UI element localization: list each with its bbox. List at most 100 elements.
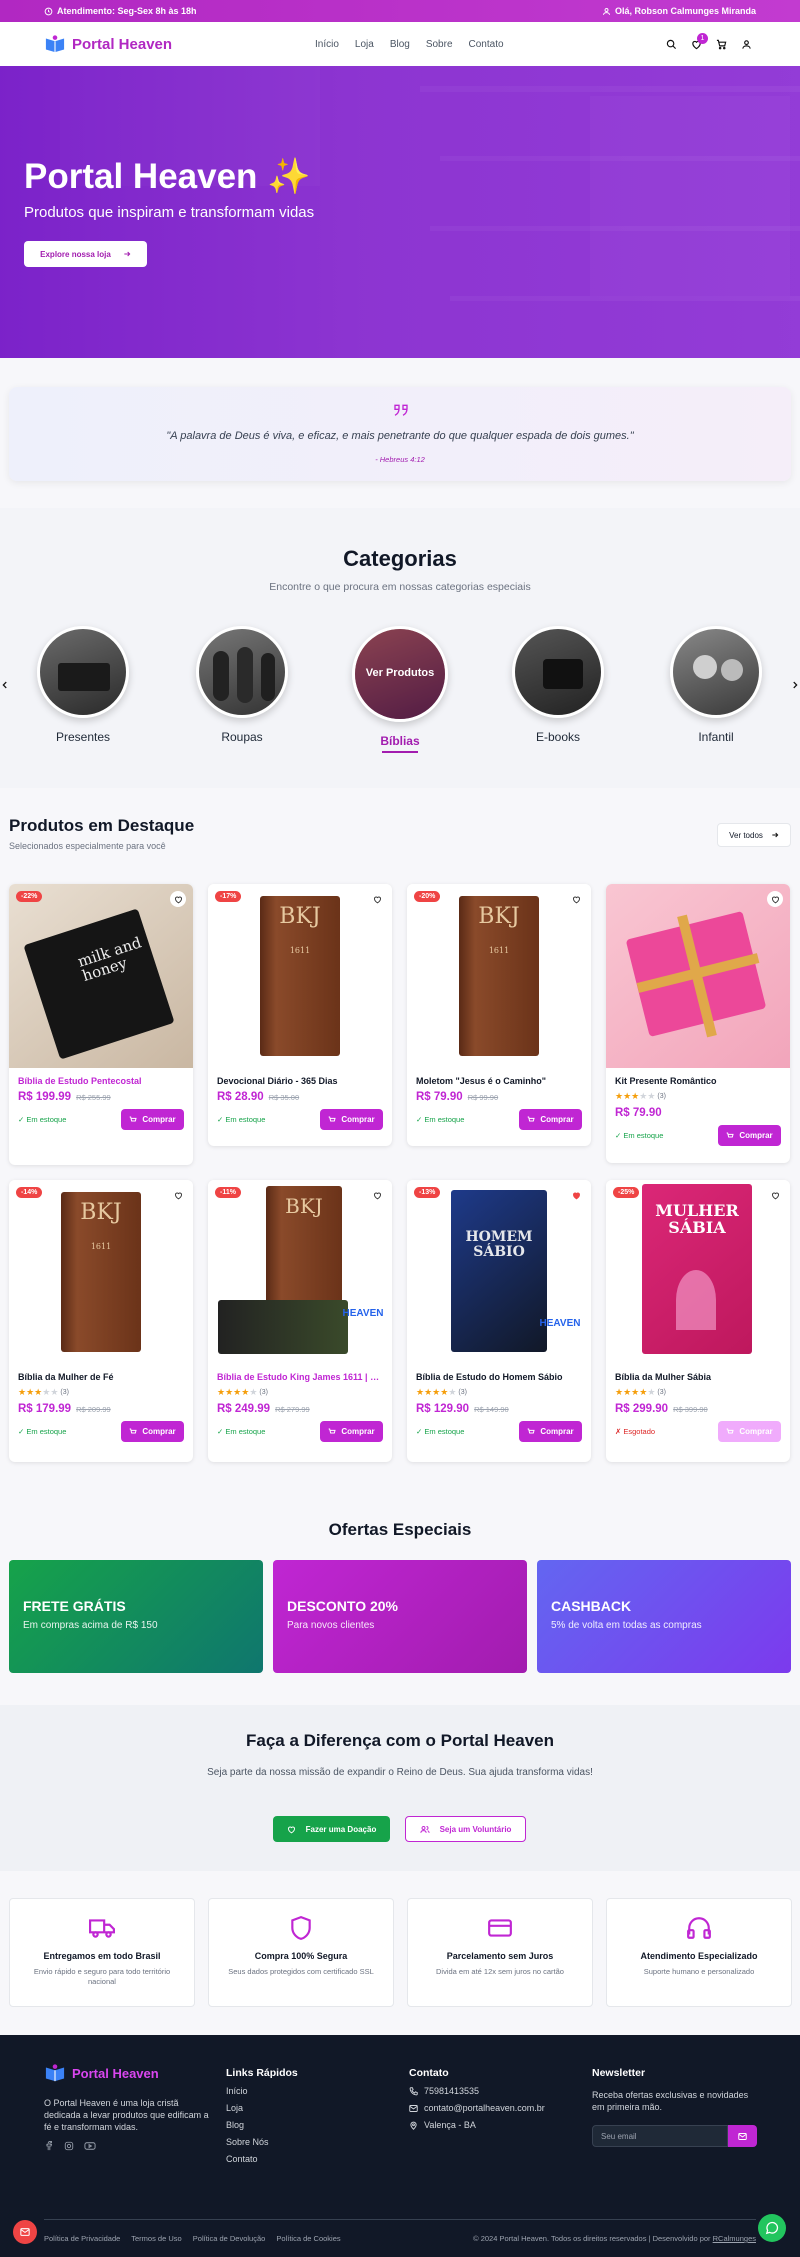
stock-status: ✓ Em estoque — [18, 1115, 67, 1124]
category-biblias[interactable]: Ver Produtos Bíblias — [350, 626, 450, 753]
offers-title: Ofertas Especiais — [328, 1520, 472, 1539]
nav-blog[interactable]: Blog — [390, 39, 410, 50]
privacy-link[interactable]: Política de Privacidade — [44, 2234, 120, 2243]
product-image[interactable]: BKJ HEAVEN -11% — [208, 1180, 392, 1364]
favorite-button[interactable] — [369, 891, 385, 907]
product-image[interactable]: BKJ 1611 -17% — [208, 884, 392, 1068]
buy-button[interactable]: Comprar — [121, 1421, 184, 1442]
cart-icon[interactable] — [716, 39, 727, 50]
whatsapp-button[interactable] — [758, 2214, 786, 2242]
review-count: (3) — [657, 1093, 666, 1100]
terms-link[interactable]: Termos de Uso — [131, 2234, 181, 2243]
product-card[interactable]: BKJ 1611 -20% Moletom "Jesus é o Caminho… — [407, 884, 591, 1146]
offer-discount[interactable]: DESCONTO 20% Para novos clientes — [273, 1560, 527, 1673]
category-image — [37, 626, 129, 718]
youtube-icon[interactable] — [84, 2141, 96, 2151]
buy-button[interactable]: Comprar — [519, 1109, 582, 1130]
nav-contato[interactable]: Contato — [469, 39, 504, 50]
product-card[interactable]: HOMEM SÁBIO HEAVEN -13% Bíblia de Estudo… — [407, 1180, 591, 1462]
product-image[interactable] — [606, 884, 790, 1068]
product-name[interactable]: Devocional Diário - 365 Dias — [217, 1076, 383, 1086]
footer-link-sobre[interactable]: Sobre Nós — [226, 2137, 298, 2147]
product-image[interactable]: MULHER SÁBIA -25% — [606, 1180, 790, 1364]
offer-free-shipping[interactable]: FRETE GRÁTIS Em compras acima de R$ 150 — [9, 1560, 263, 1673]
buy-button-disabled: Comprar — [718, 1421, 781, 1442]
product-image[interactable]: milk and honey -22% — [9, 884, 193, 1068]
favorite-button[interactable] — [170, 1187, 186, 1203]
favorite-button[interactable] — [568, 1187, 584, 1203]
search-icon[interactable] — [666, 39, 677, 50]
book-cover-title: BKJ — [80, 1200, 122, 1225]
user-greeting[interactable]: Olá, Robson Calmunges Miranda — [602, 6, 756, 16]
footer-link-loja[interactable]: Loja — [226, 2103, 298, 2113]
ver-produtos-overlay[interactable]: Ver Produtos — [355, 667, 445, 679]
facebook-icon[interactable] — [44, 2141, 54, 2151]
volunteer-button[interactable]: Seja um Voluntário — [405, 1816, 526, 1842]
book-box — [218, 1300, 348, 1354]
newsletter-email-input[interactable]: Seu email — [592, 2125, 728, 2147]
returns-link[interactable]: Política de Devolução — [193, 2234, 266, 2243]
product-card[interactable]: milk and honey -22% Bíblia de Estudo Pen… — [9, 884, 193, 1165]
mail-floating-button[interactable] — [13, 2220, 37, 2244]
product-name[interactable]: Bíblia de Estudo do Homem Sábio — [416, 1372, 582, 1382]
buy-button[interactable]: Comprar — [718, 1125, 781, 1146]
chevron-right-icon[interactable] — [790, 680, 800, 690]
product-card[interactable]: BKJ 1611 -17% Devocional Diário - 365 Di… — [208, 884, 392, 1146]
product-card[interactable]: BKJ HEAVEN -11% Bíblia de Estudo King Ja… — [208, 1180, 392, 1462]
favorite-button[interactable] — [568, 891, 584, 907]
donate-button[interactable]: Fazer uma Doação — [273, 1816, 390, 1842]
nav-inicio[interactable]: Início — [315, 39, 339, 50]
buy-label: Comprar — [142, 1427, 176, 1436]
headphones-icon — [687, 1917, 711, 1939]
favorite-button[interactable] — [369, 1187, 385, 1203]
wishlist-button[interactable]: 1 — [691, 32, 708, 50]
footer-phone[interactable]: 75981413535 — [409, 2086, 545, 2096]
product-name[interactable]: Bíblia da Mulher Sábia — [615, 1372, 781, 1382]
newsletter-submit-button[interactable] — [728, 2125, 757, 2147]
category-presentes[interactable]: Presentes — [33, 626, 133, 744]
heart-icon — [174, 1192, 182, 1199]
favorite-button[interactable] — [767, 1187, 783, 1203]
footer-brand[interactable]: Portal Heaven — [72, 2066, 159, 2081]
favorite-button[interactable] — [170, 891, 186, 907]
product-name[interactable]: Bíblia de Estudo Pentecostal — [18, 1076, 184, 1086]
star-icon: ★ — [225, 1387, 234, 1397]
footer-link-inicio[interactable]: Início — [226, 2086, 298, 2096]
review-count: (3) — [458, 1389, 467, 1396]
category-infantil[interactable]: Infantil — [666, 626, 766, 744]
star-icon: ★ — [18, 1387, 27, 1397]
favorite-button[interactable] — [767, 891, 783, 907]
footer-link-contato[interactable]: Contato — [226, 2154, 298, 2164]
product-card[interactable]: Kit Presente Romântico ★★★★★ (3) R$ 79.90… — [606, 884, 790, 1163]
cookies-link[interactable]: Política de Cookies — [276, 2234, 340, 2243]
product-image[interactable]: BKJ 1611 -14% — [9, 1180, 193, 1364]
product-card[interactable]: MULHER SÁBIA -25% Bíblia da Mulher Sábia… — [606, 1180, 790, 1462]
product-image[interactable]: BKJ 1611 -20% — [407, 884, 591, 1068]
footer-email[interactable]: contato@portalheaven.com.br — [409, 2103, 545, 2113]
category-roupas[interactable]: Roupas — [192, 626, 292, 744]
nav-loja[interactable]: Loja — [355, 39, 374, 50]
product-name[interactable]: Bíblia de Estudo King James 1611 | Co... — [217, 1372, 383, 1382]
instagram-icon[interactable] — [64, 2141, 74, 2151]
chevron-left-icon[interactable] — [0, 680, 10, 690]
nav-sobre[interactable]: Sobre — [426, 39, 453, 50]
product-name[interactable]: Kit Presente Romântico — [615, 1076, 781, 1086]
heaven-watermark: HEAVEN — [342, 1308, 384, 1319]
developer-link[interactable]: RCalmunges — [713, 2234, 756, 2243]
buy-button[interactable]: Comprar — [320, 1109, 383, 1130]
buy-button[interactable]: Comprar — [121, 1109, 184, 1130]
product-name[interactable]: Bíblia da Mulher de Fé — [18, 1372, 184, 1382]
explore-store-button[interactable]: Explore nossa loja — [24, 241, 147, 267]
product-card[interactable]: BKJ 1611 -14% Bíblia da Mulher de Fé ★★★… — [9, 1180, 193, 1462]
buy-button[interactable]: Comprar — [320, 1421, 383, 1442]
offer-cashback[interactable]: CASHBACK 5% de volta em todas as compras — [537, 1560, 791, 1673]
buy-button[interactable]: Comprar — [519, 1421, 582, 1442]
account-icon[interactable] — [741, 39, 752, 50]
logo[interactable]: Portal Heaven — [44, 34, 172, 54]
footer-link-blog[interactable]: Blog — [226, 2120, 298, 2130]
category-ebooks[interactable]: E-books — [508, 626, 608, 744]
see-all-button[interactable]: Ver todos — [717, 823, 791, 847]
product-name[interactable]: Moletom "Jesus é o Caminho" — [416, 1076, 582, 1086]
book-cover-year: 1611 — [289, 946, 311, 955]
product-image[interactable]: HOMEM SÁBIO HEAVEN -13% — [407, 1180, 591, 1364]
